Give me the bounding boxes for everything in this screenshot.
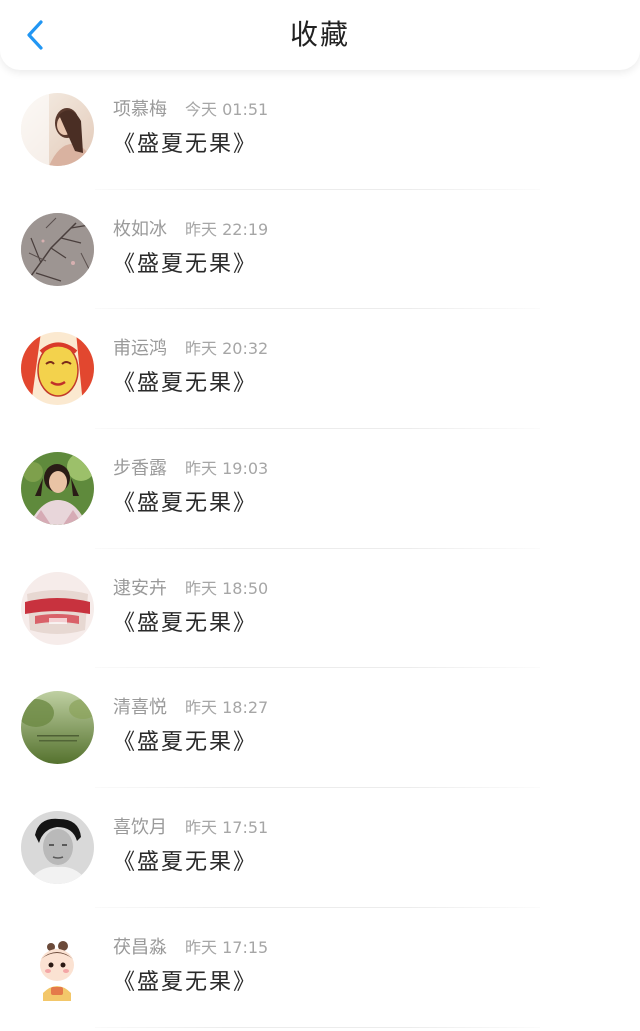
favorite-item[interactable]: 枚如冰 昨天 22:19 《盛夏无果》: [0, 190, 640, 310]
favorite-title: 《盛夏无果》: [113, 132, 258, 157]
timestamp: 昨天 18:27: [185, 698, 269, 718]
favorite-item[interactable]: 步香露 昨天 19:03 《盛夏无果》: [0, 429, 640, 549]
avatar[interactable]: [21, 571, 94, 645]
user-name: 茯昌淼: [113, 936, 167, 958]
favorite-title: 《盛夏无果》: [113, 730, 258, 756]
favorite-item[interactable]: 项慕梅 今天 01:51 《盛夏无果》: [0, 70, 640, 190]
item-meta: 逮安卉 昨天 18:50: [113, 578, 268, 600]
timestamp: 今天 01:51: [185, 100, 269, 119]
avatar[interactable]: [21, 332, 94, 406]
user-name: 喜饮月: [113, 817, 167, 839]
user-name: 枚如冰: [113, 218, 167, 240]
item-meta: 茯昌淼 昨天 17:15: [113, 937, 268, 959]
timestamp: 昨天 19:03: [185, 459, 269, 479]
item-meta: 甫运鸿 昨天 20:32: [113, 338, 268, 360]
favorite-title: 《盛夏无果》: [113, 610, 258, 636]
avatar[interactable]: [21, 691, 94, 765]
avatar[interactable]: [21, 930, 94, 1004]
favorite-title: 《盛夏无果》: [113, 371, 258, 397]
favorite-title: 《盛夏无果》: [113, 491, 258, 517]
item-meta: 喜饮月 昨天 17:51: [113, 817, 268, 839]
divider: [95, 1026, 540, 1028]
user-name: 项慕梅: [113, 99, 167, 120]
avatar[interactable]: [21, 212, 94, 286]
user-name: 逮安卉: [113, 577, 167, 599]
favorite-item[interactable]: 清喜悦 昨天 18:27 《盛夏无果》: [0, 668, 640, 789]
favorite-title: 《盛夏无果》: [113, 251, 258, 277]
item-meta: 枚如冰 昨天 22:19: [113, 219, 268, 241]
favorite-title: 《盛夏无果》: [113, 850, 258, 876]
favorite-item[interactable]: 逮安卉 昨天 18:50 《盛夏无果》: [0, 549, 640, 669]
timestamp: 昨天 22:19: [185, 219, 269, 239]
user-name: 甫运鸿: [113, 338, 167, 360]
favorite-item[interactable]: 茯昌淼 昨天 17:15 《盛夏无果》: [0, 908, 640, 1028]
avatar[interactable]: [21, 811, 94, 885]
page-title: 收藏: [289, 18, 350, 51]
favorite-title: 《盛夏无果》: [113, 969, 258, 995]
user-name: 步香露: [113, 458, 167, 480]
favorite-item[interactable]: 甫运鸿 昨天 20:32 《盛夏无果》: [0, 309, 640, 430]
item-meta: 清喜悦 昨天 18:27: [113, 697, 268, 719]
favorite-item[interactable]: 喜饮月 昨天 17:51 《盛夏无果》: [0, 788, 640, 908]
timestamp: 昨天 20:32: [185, 339, 269, 359]
timestamp: 昨天 17:51: [185, 818, 269, 838]
avatar[interactable]: [21, 93, 94, 166]
item-meta: 步香露 昨天 19:03: [113, 458, 268, 480]
favorites-list: 项慕梅今天 01:51 《盛夏无果》 枚如冰昨天 22:19 《盛夏无果》: [0, 70, 640, 1028]
item-meta: 项慕梅 今天 01:51: [113, 99, 268, 121]
user-name: 清喜悦: [113, 697, 167, 719]
timestamp: 昨天 17:15: [185, 937, 269, 957]
top-bar: 收藏: [0, 0, 640, 70]
avatar[interactable]: [21, 452, 94, 526]
timestamp: 昨天 18:50: [185, 578, 269, 598]
